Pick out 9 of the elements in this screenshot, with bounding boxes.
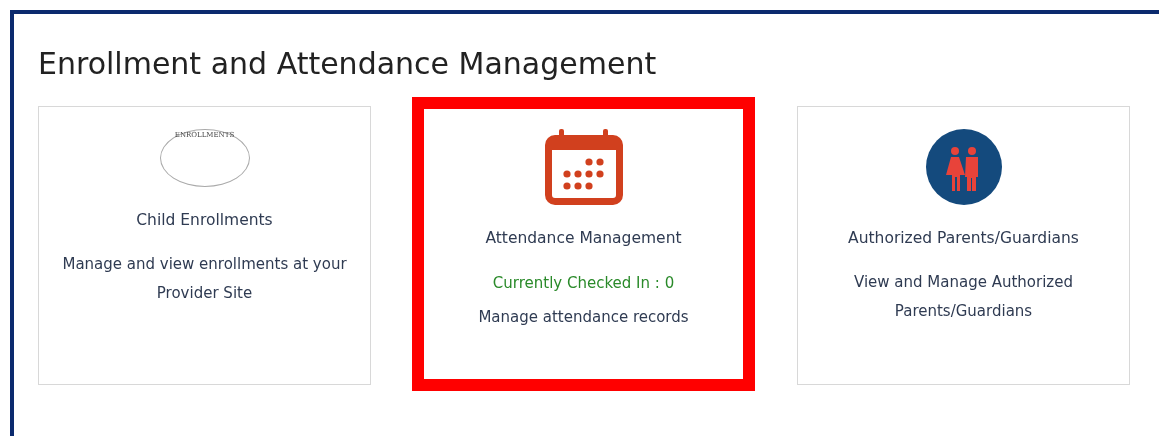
card-title: Attendance Management	[484, 228, 683, 249]
feature-card[interactable]: Authorized Parents/Guardians View and Manage Authorized Parents/Guardians	[797, 106, 1130, 385]
card-description: Manage and view enrollments at your Provider Site	[61, 254, 348, 305]
card-description: Manage attendance records	[477, 306, 690, 328]
card-description: View and Manage Authorized Parents/Guardians	[853, 272, 1074, 323]
checked-in-count: Currently Checked In : 0	[491, 273, 676, 295]
card-title: Child Enrollments	[135, 210, 274, 231]
card-title: Authorized Parents/Guardians	[847, 228, 1080, 249]
page-heading: Enrollment and Attendance Management	[38, 46, 658, 82]
